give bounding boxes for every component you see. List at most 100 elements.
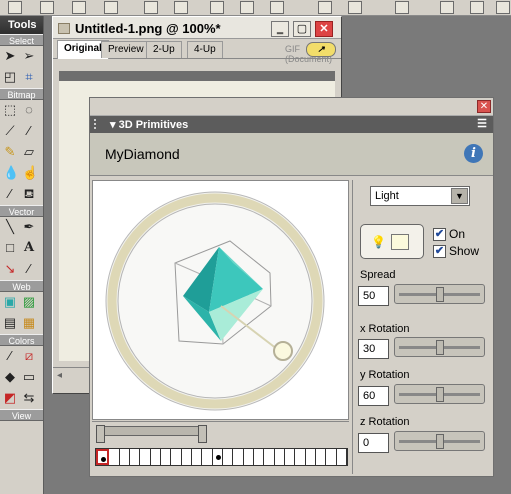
fill-color-icon[interactable]: ◆ <box>3 370 17 384</box>
undo-icon[interactable] <box>144 1 158 14</box>
timeline-frame[interactable] <box>264 449 275 465</box>
timeline-frame[interactable] <box>337 449 347 465</box>
show-checkbox[interactable]: ✔ <box>433 245 446 258</box>
timeline-frame[interactable] <box>109 449 120 465</box>
swap-colors-icon[interactable]: ⇆ <box>22 391 36 405</box>
timeline-frame[interactable] <box>182 449 192 465</box>
y-rotation-slider-thumb[interactable] <box>435 387 444 402</box>
pen-icon[interactable]: ✒ <box>22 220 36 234</box>
hotspot-icon[interactable]: ▣ <box>3 295 17 309</box>
crop-icon[interactable]: ⌗ <box>22 70 36 84</box>
panel-options-icon[interactable]: ☰ <box>477 117 487 130</box>
redo-icon[interactable] <box>174 1 188 14</box>
timeline-frame[interactable] <box>171 449 182 465</box>
export-icon[interactable] <box>104 1 118 14</box>
timeline-frame[interactable] <box>120 449 130 465</box>
default-colors-icon[interactable]: ◩ <box>3 391 17 405</box>
show-slices-icon[interactable]: ▦ <box>22 316 36 330</box>
pointer-icon[interactable]: ➤ <box>3 49 17 63</box>
spread-slider[interactable] <box>394 284 485 304</box>
lasso-icon[interactable]: ◌ <box>22 103 36 117</box>
text-tool-icon[interactable]: A <box>22 241 36 255</box>
eraser-icon[interactable]: ▱ <box>22 145 36 159</box>
frame-strip[interactable] <box>95 448 348 466</box>
timeline-frame[interactable] <box>306 449 316 465</box>
y-rotation-input[interactable]: 60 <box>358 386 389 406</box>
knife-icon[interactable]: ∕ <box>22 262 36 276</box>
slice-icon[interactable]: ▨ <box>22 295 36 309</box>
magic-wand-icon[interactable]: ⟋ <box>3 124 17 138</box>
timeline-frame[interactable] <box>130 449 141 465</box>
timeline-frame[interactable] <box>213 449 223 465</box>
diamond-viewport[interactable] <box>92 180 349 420</box>
z-rotation-slider-thumb[interactable] <box>435 434 444 449</box>
document-titlebar[interactable]: Untitled-1.png @ 100%* ‗ ▢ ✕ <box>53 17 341 39</box>
timeline-range[interactable] <box>97 426 207 436</box>
timeline-frame[interactable] <box>326 449 337 465</box>
ungroup-icon[interactable] <box>348 1 362 14</box>
timeline-frame[interactable] <box>244 449 254 465</box>
group-icon[interactable] <box>318 1 332 14</box>
rectangle-icon[interactable]: □ <box>3 241 17 255</box>
panel-titlebar[interactable]: ✕ <box>90 98 493 116</box>
smudge-icon[interactable]: ☝ <box>22 166 38 180</box>
paste-icon[interactable] <box>270 1 284 14</box>
diamond-preview[interactable] <box>93 181 348 419</box>
align-icon[interactable] <box>395 1 409 14</box>
timeline-frame[interactable] <box>285 449 296 465</box>
timeline-frame[interactable] <box>140 449 151 465</box>
on-checkbox[interactable]: ✔ <box>433 228 446 241</box>
tab-preview[interactable]: Preview <box>101 41 151 58</box>
close-button[interactable]: ✕ <box>315 21 333 37</box>
timeline-frame[interactable] <box>223 449 234 465</box>
timeline-frame[interactable] <box>96 449 110 465</box>
timeline-start-handle[interactable] <box>96 425 105 443</box>
fill-swatch-icon[interactable]: ▭ <box>22 370 36 384</box>
eyedropper-icon[interactable]: ⁄ <box>3 187 17 201</box>
timeline-frame[interactable] <box>233 449 244 465</box>
minimize-button[interactable]: ‗ <box>271 21 289 37</box>
freeform-icon[interactable]: ↘ <box>3 262 17 276</box>
x-rotation-slider[interactable] <box>394 337 485 357</box>
light-select[interactable]: Light ▼ <box>370 186 470 206</box>
y-rotation-slider[interactable] <box>394 384 485 404</box>
no-color-icon[interactable]: ⧄ <box>22 349 36 363</box>
timeline-frame[interactable] <box>295 449 306 465</box>
x-rotation-input[interactable]: 30 <box>358 339 389 359</box>
timeline-frame[interactable] <box>161 449 172 465</box>
pencil-icon[interactable]: ✎ <box>3 145 17 159</box>
brush-icon[interactable]: ∕ <box>22 124 36 138</box>
arrange-icon[interactable] <box>496 1 510 14</box>
spread-slider-thumb[interactable] <box>435 287 444 302</box>
timeline-frame[interactable] <box>192 449 203 465</box>
x-rotation-slider-thumb[interactable] <box>435 340 444 355</box>
flip-icon[interactable] <box>470 1 484 14</box>
hide-slices-icon[interactable]: ▤ <box>3 316 17 330</box>
quick-export-button[interactable]: ↗ <box>306 42 336 57</box>
light-color-swatch[interactable] <box>391 234 409 250</box>
timeline-frame[interactable] <box>151 449 161 465</box>
z-rotation-input[interactable]: 0 <box>358 433 389 453</box>
subselect-icon[interactable]: ➢ <box>22 49 36 63</box>
paint-bucket-icon[interactable]: ⛾ <box>22 187 36 201</box>
timeline-frame[interactable] <box>275 449 285 465</box>
timeline-frame[interactable] <box>254 449 265 465</box>
import-icon[interactable] <box>72 1 86 14</box>
grip-icon[interactable] <box>94 119 100 129</box>
timeline-frame[interactable] <box>202 449 213 465</box>
copy-icon[interactable] <box>240 1 254 14</box>
chevron-down-icon[interactable]: ▼ <box>451 188 468 204</box>
timeline-end-handle[interactable] <box>198 425 207 443</box>
rotate-icon[interactable] <box>440 1 454 14</box>
scroll-left-icon[interactable]: ◂ <box>57 370 62 381</box>
timeline-frame[interactable] <box>316 449 327 465</box>
cut-icon[interactable] <box>210 1 224 14</box>
stroke-color-icon[interactable]: ⁄ <box>3 349 17 363</box>
line-icon[interactable]: ╲ <box>3 220 17 234</box>
tab-4-up[interactable]: 4-Up <box>187 41 223 58</box>
marquee-icon[interactable]: ⬚ <box>3 103 17 117</box>
info-icon[interactable]: i <box>464 144 483 163</box>
blur-icon[interactable]: 💧 <box>3 166 19 180</box>
scale-icon[interactable]: ◰ <box>3 70 17 84</box>
spread-input[interactable]: 50 <box>358 286 389 306</box>
